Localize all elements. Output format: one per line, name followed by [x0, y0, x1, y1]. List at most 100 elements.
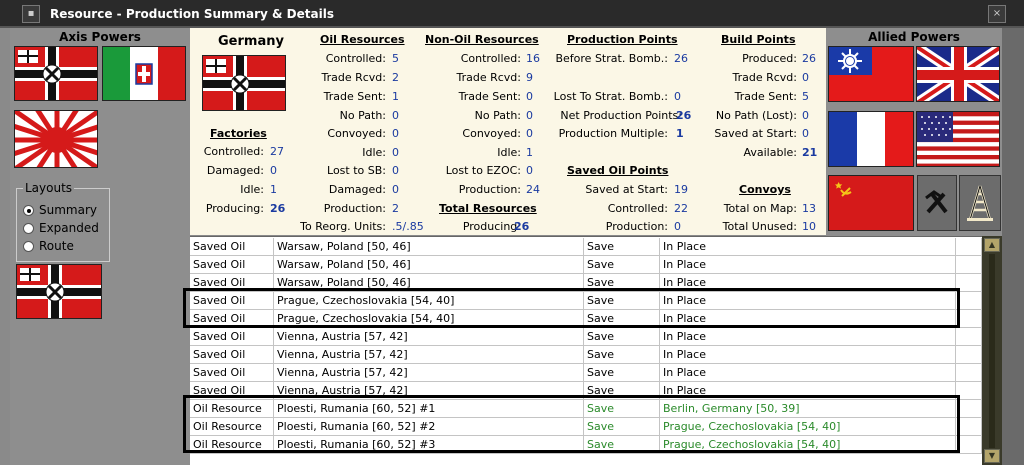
non-oil-value: 0	[526, 109, 533, 122]
japan-flag-button[interactable]	[14, 110, 98, 168]
oil-label: Convoyed:	[327, 127, 386, 140]
non-oil-value: 16	[526, 52, 540, 65]
details-scrollbar[interactable]: ▲ ▼	[982, 236, 1002, 465]
factories-value: 0	[270, 164, 277, 177]
build-points-value: 0	[802, 71, 809, 84]
production-points-label: Lost To Strat. Bomb.:	[553, 90, 668, 103]
location-cell: Vienna, Austria [57, 42]	[274, 364, 584, 382]
oil-label: Idle:	[362, 146, 386, 159]
layout-expanded-radio[interactable]: Expanded	[23, 221, 99, 235]
highlight-box-ploesti	[183, 395, 960, 453]
saved-oil-label: Saved at Start:	[585, 183, 668, 196]
non-oil-label: Lost to EZOC:	[445, 164, 521, 177]
resource-type-cell: Saved Oil	[190, 238, 274, 256]
usa-flag-button[interactable]	[916, 111, 1000, 167]
factories-heading: Factories	[210, 127, 267, 140]
convoys-value: 10	[802, 220, 816, 233]
oil-resources-heading: Oil Resources	[320, 33, 405, 46]
saved-oil-value: 19	[674, 183, 688, 196]
table-row[interactable]: Saved Oil Vienna, Austria [57, 42] Save In …	[190, 328, 982, 346]
production-points-label: Production Multiple:	[558, 127, 668, 140]
selected-country-flag[interactable]	[16, 264, 102, 319]
build-points-value: 0	[802, 109, 809, 122]
country-flag	[202, 55, 286, 111]
oil-label: Controlled:	[325, 52, 386, 65]
window-menu-button[interactable]: ▪	[22, 5, 40, 23]
total-resources-label: Producing:	[462, 220, 521, 233]
empty-cell	[956, 238, 982, 256]
resource-type-cell: Saved Oil	[190, 328, 274, 346]
window-side-scrollbar[interactable]	[1002, 28, 1024, 465]
scroll-up-icon[interactable]: ▲	[984, 238, 1000, 252]
build-points-label: No Path (Lost):	[715, 109, 797, 122]
table-row[interactable]: Saved Oil Warsaw, Poland [50, 46] Save In P…	[190, 238, 982, 256]
radio-unselected-icon	[23, 240, 34, 252]
close-button[interactable]: ×	[988, 5, 1006, 23]
factories-label: Producing:	[205, 202, 264, 215]
convoys-label: Total Unused:	[722, 220, 797, 233]
oil-value: 5	[392, 52, 399, 65]
destination-cell: In Place	[660, 256, 956, 274]
layouts-title: Layouts	[23, 181, 75, 195]
factories-value: 1	[270, 183, 277, 196]
saved-oil-points-heading: Saved Oil Points	[567, 164, 669, 177]
highlight-box-prague	[183, 288, 960, 328]
action-cell: Save	[584, 328, 660, 346]
oil-label: Damaged:	[328, 183, 386, 196]
factories-value: 26	[270, 202, 286, 215]
germany-flag-button[interactable]	[14, 46, 98, 101]
oil-label: To Reorg. Units:	[300, 220, 386, 233]
build-points-label: Available:	[743, 146, 798, 159]
scroll-down-icon[interactable]: ▼	[984, 449, 1000, 463]
oil-value: 2	[392, 202, 399, 215]
action-cell: Save	[584, 256, 660, 274]
non-oil-value: 24	[526, 183, 540, 196]
oil-value: 2	[392, 71, 399, 84]
oil-value: .5/.85	[392, 220, 424, 233]
production-points-value: 26	[676, 109, 692, 122]
china-flag-button[interactable]	[828, 46, 914, 102]
oil-label: Production:	[323, 202, 386, 215]
non-oil-value: 0	[526, 90, 533, 103]
resource-type-cell: Saved Oil	[190, 346, 274, 364]
table-row[interactable]: Saved Oil Vienna, Austria [57, 42] Save In …	[190, 346, 982, 364]
layouts-group: Layouts Summary Expanded Route	[16, 181, 110, 262]
oil-value: 0	[392, 127, 399, 140]
layout-summary-radio[interactable]: Summary	[23, 203, 97, 217]
ussr-flag-button[interactable]	[828, 175, 914, 231]
oil-value: 1	[392, 90, 399, 103]
window-titlebar: ▪ Resource - Production Summary & Detail…	[0, 0, 1024, 28]
oil-derrick-icon[interactable]	[959, 175, 1001, 231]
location-cell: Vienna, Austria [57, 42]	[274, 346, 584, 364]
oil-value: 0	[392, 183, 399, 196]
oil-label: No Path:	[339, 109, 386, 122]
build-points-label: Trade Sent:	[734, 90, 797, 103]
convoys-label: Total on Map:	[723, 202, 797, 215]
mining-icon[interactable]	[917, 175, 957, 231]
italy-flag-button[interactable]	[102, 46, 186, 101]
saved-oil-label: Production:	[605, 220, 668, 233]
uk-flag-button[interactable]	[916, 46, 1000, 102]
non-oil-label: No Path:	[474, 109, 521, 122]
build-points-heading: Build Points	[721, 33, 796, 46]
resource-type-cell: Saved Oil	[190, 364, 274, 382]
scroll-track[interactable]	[989, 254, 995, 448]
non-oil-label: Trade Sent:	[458, 90, 521, 103]
allied-panel: Allied Powers	[826, 28, 1002, 238]
production-points-label: Before Strat. Bomb.:	[555, 52, 668, 65]
non-oil-label: Production:	[458, 183, 521, 196]
layout-route-radio[interactable]: Route	[23, 239, 74, 253]
action-cell: Save	[584, 238, 660, 256]
build-points-value: 5	[802, 90, 809, 103]
production-points-value: 0	[674, 90, 681, 103]
oil-value: 0	[392, 109, 399, 122]
radio-selected-icon	[23, 204, 34, 216]
location-cell: Vienna, Austria [57, 42]	[274, 328, 584, 346]
france-flag-button[interactable]	[828, 111, 914, 167]
location-cell: Warsaw, Poland [50, 46]	[274, 238, 584, 256]
table-row[interactable]: Saved Oil Warsaw, Poland [50, 46] Save In P…	[190, 256, 982, 274]
production-points-value: 26	[674, 52, 688, 65]
table-row[interactable]: Saved Oil Vienna, Austria [57, 42] Save In …	[190, 364, 982, 382]
non-oil-value: 0	[526, 164, 533, 177]
non-oil-label: Idle:	[497, 146, 521, 159]
